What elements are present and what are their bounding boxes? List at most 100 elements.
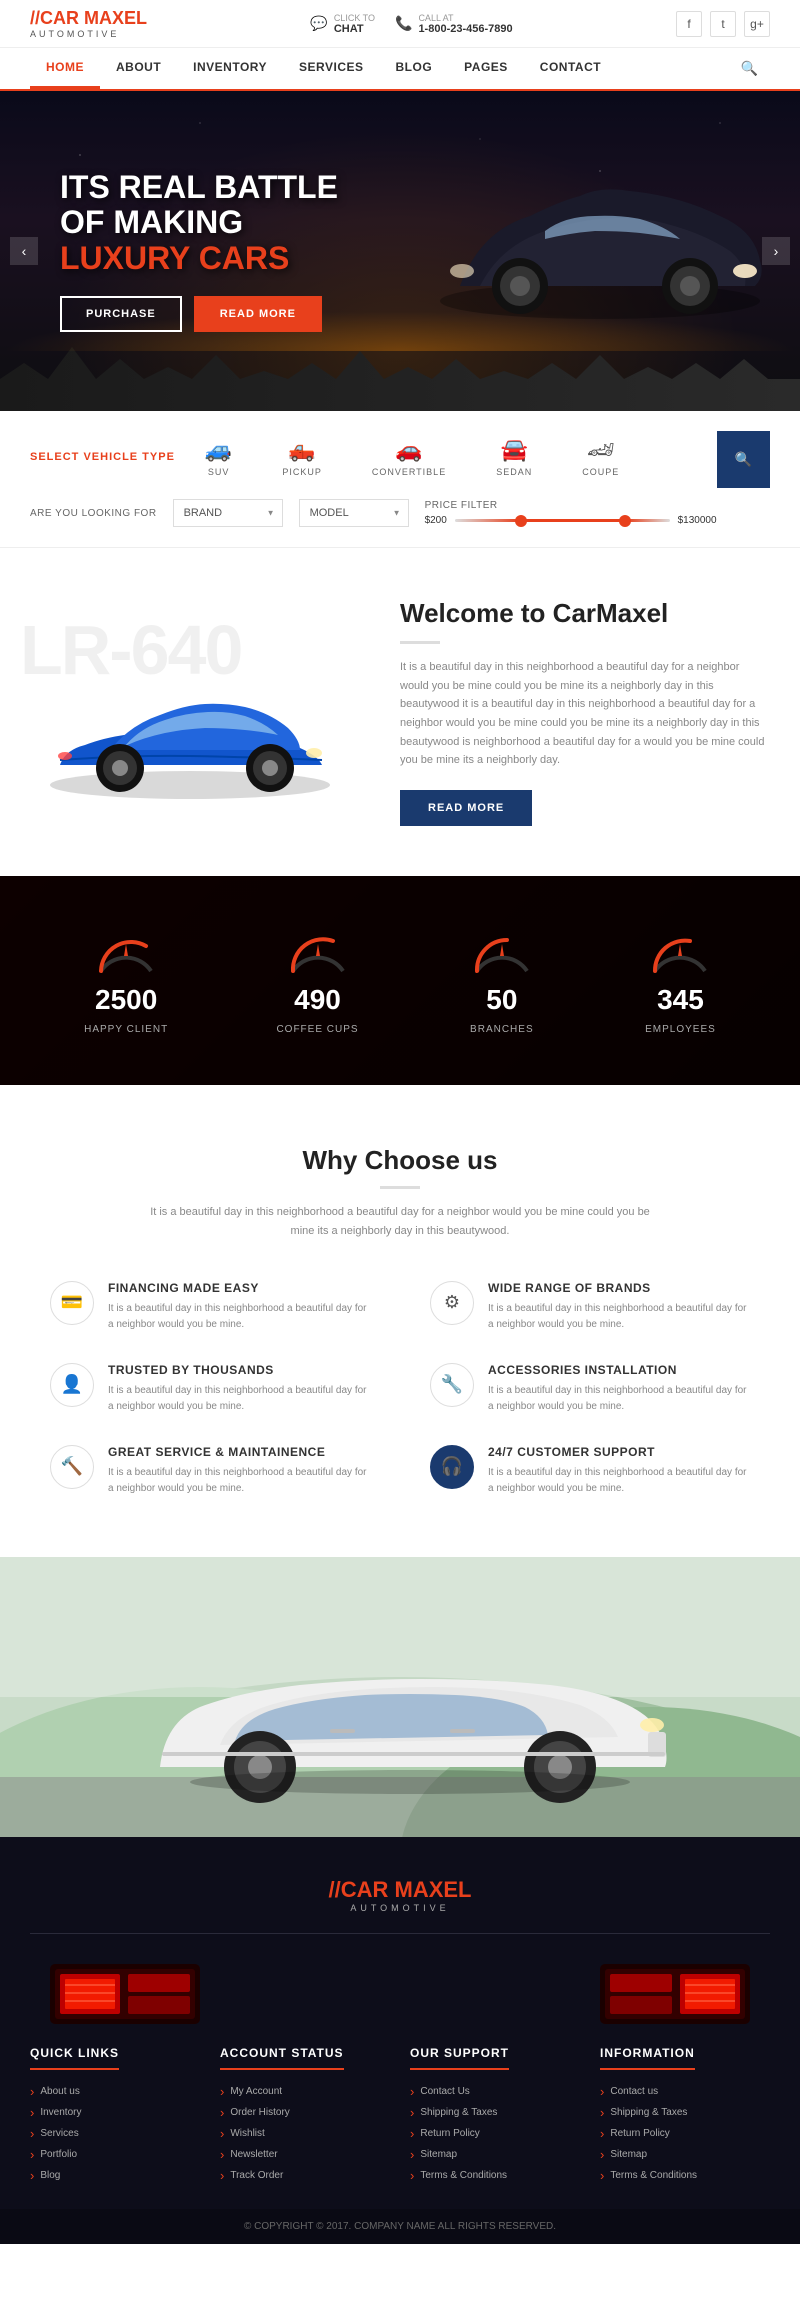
gauge-icon-3 xyxy=(467,926,537,976)
footer-link-terms[interactable]: Terms & Conditions xyxy=(410,2168,580,2183)
hero-line1: ITS REAL BATTLE xyxy=(60,170,740,205)
footer-logo-prefix: // xyxy=(328,1877,340,1902)
footer-col-account: ACCOUNT STATUS My Account Order History … xyxy=(220,2044,390,2189)
price-range-slider[interactable] xyxy=(455,519,670,522)
service-icon: 🔨 xyxy=(50,1445,94,1489)
footer-link-aboutus[interactable]: About us xyxy=(30,2084,200,2099)
footer-link-return[interactable]: Return Policy xyxy=(410,2126,580,2141)
vehicle-type-pickup[interactable]: 🛻 PICKUP xyxy=(272,431,332,483)
footer-link-blog[interactable]: Blog xyxy=(30,2168,200,2183)
model-select[interactable]: MODEL xyxy=(299,499,409,527)
footer-link-myaccount[interactable]: My Account xyxy=(220,2084,390,2099)
footer-link-portfolio[interactable]: Portfolio xyxy=(30,2147,200,2162)
hero-next-arrow[interactable]: › xyxy=(762,237,790,265)
feature-support: 🎧 24/7 CUSTOMER SUPPORT It is a beautifu… xyxy=(430,1445,750,1497)
nav-contact[interactable]: CONTACT xyxy=(524,48,617,89)
vehicle-type-coupe[interactable]: 🏎 COUPE xyxy=(572,431,629,483)
why-section: Why Choose us It is a beautiful day in t… xyxy=(0,1085,800,1556)
welcome-title: Welcome to CarMaxel xyxy=(400,598,770,629)
footer-bottom: © COPYRIGHT © 2017. COMPANY NAME ALL RIG… xyxy=(0,2209,800,2244)
feature-support-content: 24/7 CUSTOMER SUPPORT It is a beautiful … xyxy=(488,1445,750,1497)
feature-support-desc: It is a beautiful day in this neighborho… xyxy=(488,1465,750,1497)
pickup-icon: 🛻 xyxy=(288,437,315,463)
chat-contact[interactable]: 💬 CLICK TO CHAT xyxy=(310,13,375,35)
readmore-button[interactable]: READ MORE xyxy=(194,296,322,332)
taillight-right-svg xyxy=(600,1964,750,2024)
footer-col-quick-links: QUICK LINKS About us Inventory Services … xyxy=(30,2044,200,2189)
logo-brand: //CAR MAXEL xyxy=(30,8,147,29)
welcome-section: LR-640 Welcome to CarMaxel xyxy=(0,548,800,876)
feature-service-desc: It is a beautiful day in this neighborho… xyxy=(108,1465,370,1497)
convertible-icon: 🚗 xyxy=(395,437,422,463)
footer-col-support: OUR SUPPORT Contact Us Shipping & Taxes … xyxy=(410,2044,580,2189)
footer-link-shipping[interactable]: Shipping & Taxes xyxy=(410,2105,580,2120)
welcome-readmore-button[interactable]: READ MORE xyxy=(400,790,532,826)
model-select-wrap: MODEL xyxy=(299,499,409,527)
brand-select-wrap: BRAND xyxy=(173,499,283,527)
call-value: 1-800-23-456-7890 xyxy=(418,23,512,35)
nav-pages[interactable]: PAGES xyxy=(448,48,524,89)
footer-link-return2[interactable]: Return Policy xyxy=(600,2126,770,2141)
nav-blog[interactable]: BLOG xyxy=(380,48,449,89)
feature-financing-desc: It is a beautiful day in this neighborho… xyxy=(108,1301,370,1333)
logo-prefix: // xyxy=(30,8,40,28)
facebook-icon[interactable]: f xyxy=(676,11,702,37)
footer-link-contactus[interactable]: Contact Us xyxy=(410,2084,580,2099)
vehicle-type-suv[interactable]: 🚙 SUV xyxy=(195,431,242,483)
nav-inventory[interactable]: INVENTORY xyxy=(177,48,283,89)
footer-link-shipping2[interactable]: Shipping & Taxes xyxy=(600,2105,770,2120)
phone-contact[interactable]: 📞 CALL AT 1-800-23-456-7890 xyxy=(395,13,513,35)
vehicle-types: 🚙 SUV 🛻 PICKUP 🚗 CONVERTIBLE 🚘 SEDAN xyxy=(195,431,629,483)
feature-service: 🔨 GREAT SERVICE & MAINTAINENCE It is a b… xyxy=(50,1445,370,1497)
social-links: f t g+ xyxy=(676,11,770,37)
purchase-button[interactable]: PURCHASE xyxy=(60,296,182,332)
logo-text: CAR MAXEL xyxy=(40,8,147,28)
filter-label: SELECT VEHICLE TYPE xyxy=(30,451,175,463)
logo-sub: AUTOMOTIVE xyxy=(30,29,147,39)
search-icon[interactable]: 🔍 xyxy=(729,48,770,89)
coupe-icon: 🏎 xyxy=(587,437,615,463)
vehicle-type-sedan[interactable]: 🚘 SEDAN xyxy=(486,431,542,483)
nav-home[interactable]: HOME xyxy=(30,48,100,89)
footer-brand-text: CAR MAXEL xyxy=(341,1877,472,1902)
footer-col-info-title: INFORMATION xyxy=(600,2046,695,2070)
footer-link-inventory[interactable]: Inventory xyxy=(30,2105,200,2120)
suv-banner xyxy=(0,1557,800,1837)
brand-select[interactable]: BRAND xyxy=(173,499,283,527)
hero-prev-arrow[interactable]: ‹ xyxy=(10,237,38,265)
chat-label: CLICK TO xyxy=(334,13,375,23)
stat-label-3: BRANCHES xyxy=(470,1024,534,1035)
feature-financing: 💳 FINANCING MADE EASY It is a beautiful … xyxy=(50,1281,370,1333)
site-logo[interactable]: //CAR MAXEL AUTOMOTIVE xyxy=(30,8,147,39)
price-min: $200 xyxy=(425,515,447,526)
footer-link-terms2[interactable]: Terms & Conditions xyxy=(600,2168,770,2183)
price-range: $200 $130000 xyxy=(425,515,717,526)
stat-branches: 50 BRANCHES xyxy=(467,926,537,1035)
googleplus-icon[interactable]: g+ xyxy=(744,11,770,37)
gauge-icon-2 xyxy=(283,926,353,976)
header-contact-area: 💬 CLICK TO CHAT 📞 CALL AT 1-800-23-456-7… xyxy=(310,13,512,35)
stat-employees: 345 EMPLOYEES xyxy=(645,926,716,1035)
hero-buttons: PURCHASE READ MORE xyxy=(60,296,740,332)
footer-link-sitemap[interactable]: Sitemap xyxy=(410,2147,580,2162)
nav-services[interactable]: SERVICES xyxy=(283,48,379,89)
feature-wide-brands-content: WIDE RANGE OF BRANDS It is a beautiful d… xyxy=(488,1281,750,1333)
twitter-icon[interactable]: t xyxy=(710,11,736,37)
footer-link-orderhistory[interactable]: Order History xyxy=(220,2105,390,2120)
filter-search-button[interactable]: 🔍 xyxy=(717,431,770,488)
feature-trusted-title: TRUSTED BY THOUSANDS xyxy=(108,1363,370,1377)
feature-wide-brands-title: WIDE RANGE OF BRANDS xyxy=(488,1281,750,1295)
footer-link-newsletter[interactable]: Newsletter xyxy=(220,2147,390,2162)
phone-icon: 📞 xyxy=(395,15,412,32)
footer-link-trackorder[interactable]: Track Order xyxy=(220,2168,390,2183)
nav-about[interactable]: ABOUT xyxy=(100,48,177,89)
vehicle-type-convertible[interactable]: 🚗 CONVERTIBLE xyxy=(362,431,456,483)
hero-content: ITS REAL BATTLE OF MAKING LUXURY CARS PU… xyxy=(0,140,800,362)
welcome-car-wrap: LR-640 xyxy=(30,620,370,805)
footer-link-contactus2[interactable]: Contact us xyxy=(600,2084,770,2099)
footer-main: //CAR MAXEL AUTOMOTIVE xyxy=(0,1837,800,2209)
footer-link-sitemap2[interactable]: Sitemap xyxy=(600,2147,770,2162)
footer-link-wishlist[interactable]: Wishlist xyxy=(220,2126,390,2141)
trusted-icon: 👤 xyxy=(50,1363,94,1407)
footer-link-services[interactable]: Services xyxy=(30,2126,200,2141)
